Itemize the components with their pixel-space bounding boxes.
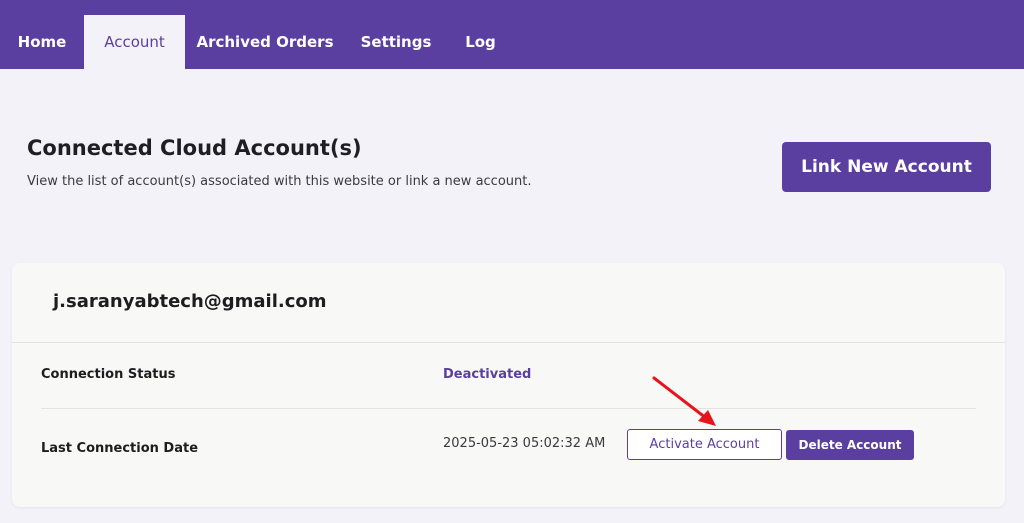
- account-email: j.saranyabtech@gmail.com: [53, 291, 327, 312]
- top-navigation: Home Account Archived Orders Settings Lo…: [0, 0, 1024, 69]
- connection-status-value: Deactivated: [443, 367, 532, 382]
- account-card: j.saranyabtech@gmail.com Connection Stat…: [12, 263, 1005, 507]
- link-new-account-button[interactable]: Link New Account: [782, 142, 991, 192]
- card-header-divider: [12, 342, 1005, 343]
- last-connection-date-value: 2025-05-23 05:02:32 AM: [443, 436, 606, 451]
- delete-account-button[interactable]: Delete Account: [786, 430, 914, 460]
- last-connection-date-label: Last Connection Date: [41, 441, 199, 456]
- connection-status-label: Connection Status: [41, 367, 176, 382]
- tab-account[interactable]: Account: [84, 15, 185, 69]
- tab-settings[interactable]: Settings: [345, 15, 447, 69]
- row-divider: [41, 408, 976, 409]
- activate-account-button[interactable]: Activate Account: [627, 429, 782, 460]
- page-title: Connected Cloud Account(s): [27, 136, 362, 160]
- tab-log[interactable]: Log: [447, 15, 514, 69]
- page-subtitle: View the list of account(s) associated w…: [27, 174, 532, 189]
- tab-home[interactable]: Home: [0, 15, 84, 69]
- tab-archived-orders[interactable]: Archived Orders: [185, 15, 345, 69]
